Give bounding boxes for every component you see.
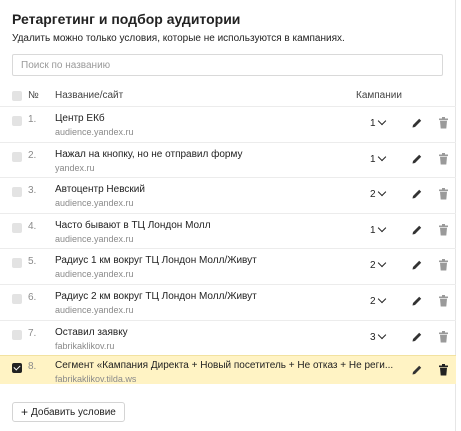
row-number: 8.	[28, 361, 37, 372]
add-condition-button[interactable]: + Добавить условие	[12, 402, 125, 422]
row-number: 5.	[28, 256, 37, 267]
row-checkbox-checked[interactable]	[12, 363, 22, 373]
trash-icon[interactable]	[438, 331, 449, 343]
row-checkbox[interactable]	[12, 152, 22, 162]
trash-icon[interactable]	[438, 188, 449, 200]
condition-name: Оставил заявку	[55, 327, 128, 338]
row-checkbox[interactable]	[12, 330, 22, 340]
condition-name: Автоцентр Невский	[55, 184, 145, 195]
row-checkbox[interactable]	[12, 187, 22, 197]
table-row[interactable]: 2. Нажал на кнопку, но не отправил форму…	[0, 142, 456, 177]
table-row[interactable]: 7. Оставил заявку fabrikaklikov.ru 3	[0, 320, 456, 355]
column-header-campaigns: Кампании	[356, 90, 402, 101]
campaigns-count[interactable]: 1	[370, 154, 376, 165]
condition-name: Центр ЕКб	[55, 113, 105, 124]
campaigns-count[interactable]: 2	[370, 260, 376, 271]
plus-icon: +	[21, 405, 29, 419]
chevron-down-icon[interactable]	[377, 116, 387, 126]
condition-name: Радиус 2 км вокруг ТЦ Лондон Молл/Живут	[55, 291, 257, 302]
trash-icon[interactable]	[438, 295, 449, 307]
add-condition-label: Добавить условие	[31, 406, 116, 418]
condition-site: audience.yandex.ru	[55, 269, 134, 279]
condition-site: audience.yandex.ru	[55, 127, 134, 137]
chevron-down-icon[interactable]	[377, 258, 387, 268]
page-title: Ретаргетинг и подбор аудитории	[12, 11, 241, 27]
condition-site: fabrikaklikov.tilda.ws	[55, 374, 137, 384]
pencil-icon[interactable]	[411, 331, 423, 343]
row-checkbox[interactable]	[12, 294, 22, 304]
pencil-icon[interactable]	[411, 364, 423, 376]
row-number: 6.	[28, 292, 37, 303]
table-header: № Название/сайт Кампании	[0, 88, 456, 104]
condition-site: audience.yandex.ru	[55, 234, 134, 244]
campaigns-count[interactable]: 3	[370, 332, 376, 343]
row-number: 1.	[28, 114, 37, 125]
retargeting-panel: Ретаргетинг и подбор аудитории Удалить м…	[0, 0, 456, 431]
condition-site: audience.yandex.ru	[55, 198, 134, 208]
chevron-down-icon[interactable]	[377, 152, 387, 162]
row-number: 3.	[28, 185, 37, 196]
chevron-down-icon[interactable]	[377, 330, 387, 340]
campaigns-count[interactable]: 1	[370, 225, 376, 236]
pencil-icon[interactable]	[411, 153, 423, 165]
trash-icon[interactable]	[438, 224, 449, 236]
condition-name: Радиус 1 км вокруг ТЦ Лондон Молл/Живут	[55, 255, 257, 266]
select-all-checkbox[interactable]	[12, 91, 22, 101]
row-checkbox[interactable]	[12, 116, 22, 126]
trash-icon[interactable]	[438, 259, 449, 271]
row-number: 7.	[28, 328, 37, 339]
trash-icon[interactable]	[438, 153, 449, 165]
campaigns-count[interactable]: 2	[370, 189, 376, 200]
table-row[interactable]: 6. Радиус 2 км вокруг ТЦ Лондон Молл/Жив…	[0, 284, 456, 320]
condition-name: Часто бывают в ТЦ Лондон Молл	[55, 220, 211, 231]
trash-icon[interactable]	[438, 364, 449, 376]
table-row[interactable]: 4. Часто бывают в ТЦ Лондон Молл audienc…	[0, 213, 456, 248]
condition-name: Сегмент «Кампания Директа + Новый посети…	[55, 360, 394, 371]
condition-site: fabrikaklikov.ru	[55, 341, 115, 351]
table-row-selected[interactable]: 8. Сегмент «Кампания Директа + Новый пос…	[0, 355, 456, 384]
trash-icon[interactable]	[438, 117, 449, 129]
table-row[interactable]: 5. Радиус 1 км вокруг ТЦ Лондон Молл/Жив…	[0, 248, 456, 284]
pencil-icon[interactable]	[411, 188, 423, 200]
row-checkbox[interactable]	[12, 223, 22, 233]
table-row[interactable]: 1. Центр ЕКб audience.yandex.ru 1	[0, 106, 456, 142]
chevron-down-icon[interactable]	[377, 223, 387, 233]
table-row[interactable]: 3. Автоцентр Невский audience.yandex.ru …	[0, 177, 456, 213]
search-input[interactable]	[12, 54, 443, 76]
row-number: 4.	[28, 221, 37, 232]
condition-name: Нажал на кнопку, но не отправил форму	[55, 149, 243, 160]
pencil-icon[interactable]	[411, 295, 423, 307]
row-checkbox[interactable]	[12, 258, 22, 268]
chevron-down-icon[interactable]	[377, 294, 387, 304]
column-header-number: №	[28, 90, 39, 101]
page-subtitle: Удалить можно только условия, которые не…	[12, 33, 345, 44]
campaigns-count[interactable]: 2	[370, 296, 376, 307]
condition-site: yandex.ru	[55, 163, 95, 173]
pencil-icon[interactable]	[411, 224, 423, 236]
pencil-icon[interactable]	[411, 117, 423, 129]
chevron-down-icon[interactable]	[377, 187, 387, 197]
pencil-icon[interactable]	[411, 259, 423, 271]
row-number: 2.	[28, 150, 37, 161]
campaigns-count[interactable]: 1	[370, 118, 376, 129]
column-header-name: Название/сайт	[55, 90, 124, 101]
condition-site: audience.yandex.ru	[55, 305, 134, 315]
